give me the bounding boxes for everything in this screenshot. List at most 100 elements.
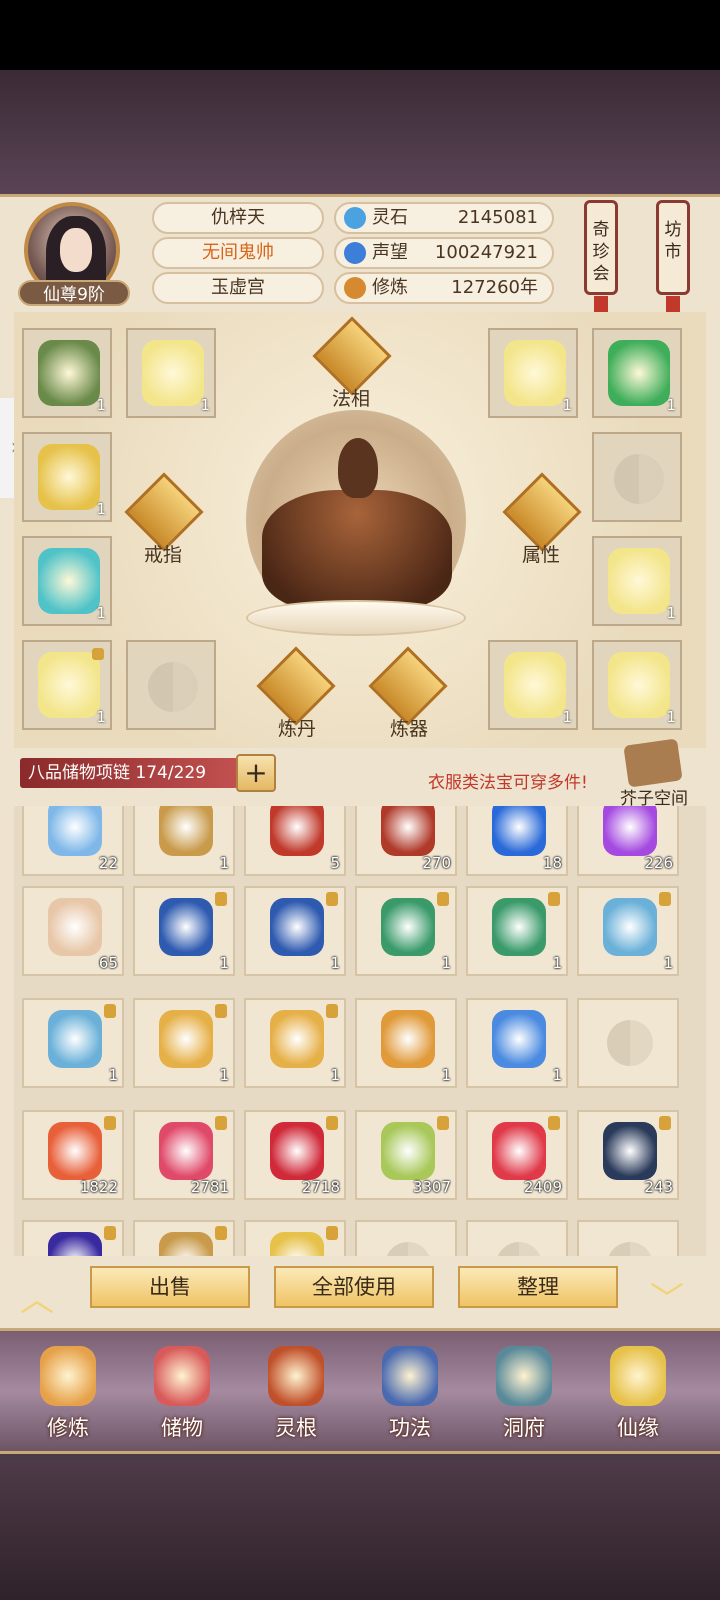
inventory-cell[interactable] (466, 1220, 568, 1256)
inventory-cell[interactable] (577, 998, 679, 1088)
equip-slot[interactable]: 1 (592, 328, 682, 418)
inventory-cell[interactable] (22, 1220, 124, 1256)
inventory-item-icon (159, 1122, 213, 1180)
inventory-cell[interactable]: 1 (133, 998, 235, 1088)
equipment-item-icon (504, 340, 566, 406)
stat-cultivation[interactable]: 修炼 127260年 (334, 272, 554, 304)
equip-slot[interactable]: 1 (22, 536, 112, 626)
equip-slot[interactable] (126, 640, 216, 730)
background-top (0, 70, 720, 195)
nav-item[interactable]: 洞府 (474, 1340, 574, 1448)
equip-slot[interactable]: 1 (22, 328, 112, 418)
nav-item[interactable]: 灵根 (246, 1340, 346, 1448)
inventory-cell[interactable]: 1 (466, 886, 568, 976)
expand-storage-button[interactable]: + (236, 754, 276, 792)
inventory-cell[interactable]: 5 (244, 806, 346, 876)
inventory-cell[interactable]: 65 (22, 886, 124, 976)
sort-button[interactable]: 整理 (458, 1266, 618, 1308)
equip-slot[interactable]: 1 (22, 640, 112, 730)
pedestal (246, 600, 466, 636)
player-sect[interactable]: 玉虚宫 (152, 272, 324, 304)
inventory-cell[interactable]: 2409 (466, 1110, 568, 1200)
equip-slot[interactable] (592, 432, 682, 522)
nav-item[interactable]: 修炼 (18, 1340, 118, 1448)
scroll-down-icon[interactable]: ﹀ (650, 1272, 684, 1321)
equipment-item-icon (38, 548, 100, 614)
inventory-cell[interactable]: 1 (244, 886, 346, 976)
inventory-cell[interactable]: 22 (22, 806, 124, 876)
inventory-item-icon (492, 1122, 546, 1180)
item-count: 1 (96, 708, 106, 726)
bag-icon[interactable] (623, 738, 683, 788)
scroll-up-icon[interactable]: ︿ (20, 1272, 54, 1321)
inventory-cell[interactable] (577, 1220, 679, 1256)
inventory-cell[interactable] (244, 1220, 346, 1256)
inventory-cell[interactable]: 1822 (22, 1110, 124, 1200)
nav-item[interactable]: 功法 (360, 1340, 460, 1448)
empty-slot-taiji-icon (607, 1242, 653, 1256)
inventory-cell[interactable]: 1 (133, 806, 235, 876)
item-count: 1 (219, 954, 229, 972)
inventory-item-icon (48, 1122, 102, 1180)
equip-slot[interactable]: 1 (488, 328, 578, 418)
use-all-button[interactable]: 全部使用 (274, 1266, 434, 1308)
inventory-cell[interactable] (133, 1220, 235, 1256)
stat-prestige[interactable]: 声望 100247921 (334, 237, 554, 269)
item-count: 1 (96, 396, 106, 414)
item-count: 1 (552, 1066, 562, 1084)
lock-icon (215, 1116, 227, 1130)
item-count: 1 (562, 396, 572, 414)
stat-label: 灵石 (372, 207, 408, 228)
stat-label: 修炼 (372, 277, 408, 298)
player-title[interactable]: 无间鬼帅 (152, 237, 324, 269)
inventory-grid: 22 1 5 270 18 226 65 1 1 1 1 1 1 1 1 1 1 1822 2781 2718 3307… (14, 806, 706, 1256)
item-count: 1 (219, 854, 229, 872)
equip-slot[interactable]: 1 (22, 432, 112, 522)
equip-slot[interactable]: 1 (592, 640, 682, 730)
avatar-face (60, 228, 92, 272)
item-count: 1 (96, 500, 106, 518)
inventory-cell[interactable]: 1 (133, 886, 235, 976)
equip-slot[interactable]: 1 (488, 640, 578, 730)
item-count: 1 (666, 396, 676, 414)
equipment-item-icon (608, 652, 670, 718)
inventory-cell[interactable]: 226 (577, 806, 679, 876)
item-count: 1 (562, 708, 572, 726)
inventory-cell[interactable]: 3307 (355, 1110, 457, 1200)
inventory-cell[interactable]: 2718 (244, 1110, 346, 1200)
inventory-cell[interactable]: 1 (355, 886, 457, 976)
inventory-item-icon (270, 806, 324, 856)
item-count: 270 (422, 854, 451, 872)
inventory-cell[interactable] (355, 1220, 457, 1256)
inventory-cell[interactable]: 18 (466, 806, 568, 876)
item-count: 1 (200, 396, 210, 414)
item-count: 1 (330, 1066, 340, 1084)
technique-nav-icon (382, 1346, 438, 1406)
player-name: 仇梓天 (152, 202, 324, 234)
inventory-cell[interactable]: 2781 (133, 1110, 235, 1200)
inventory-cell[interactable]: 270 (355, 806, 457, 876)
inventory-cell[interactable]: 243 (577, 1110, 679, 1200)
equip-slot[interactable]: 1 (126, 328, 216, 418)
inventory-cell[interactable]: 1 (577, 886, 679, 976)
inventory-cell[interactable]: 1 (22, 998, 124, 1088)
inventory-item-icon (270, 1122, 324, 1180)
nav-item[interactable]: 仙缘 (588, 1340, 688, 1448)
market-label: 坊市 (664, 220, 682, 262)
equip-slot[interactable]: 1 (592, 536, 682, 626)
inventory-item-icon (270, 1010, 324, 1068)
nav-label: 灵根 (275, 1416, 317, 1440)
sell-button[interactable]: 出售 (90, 1266, 250, 1308)
nav-label: 储物 (161, 1416, 203, 1440)
inventory-item-icon (48, 806, 102, 856)
inventory-cell[interactable]: 1 (244, 998, 346, 1088)
treasure-fair-button[interactable]: 奇珍会 (584, 200, 618, 295)
nav-item[interactable]: 储物 (132, 1340, 232, 1448)
attribute-label: 属性 (522, 544, 561, 566)
empty-slot-taiji-icon (148, 662, 198, 712)
market-button[interactable]: 坊市 (656, 200, 690, 295)
inventory-item-icon (492, 806, 546, 856)
inventory-cell[interactable]: 1 (466, 998, 568, 1088)
stat-spirit-stone[interactable]: 灵石 2145081 (334, 202, 554, 234)
inventory-cell[interactable]: 1 (355, 998, 457, 1088)
